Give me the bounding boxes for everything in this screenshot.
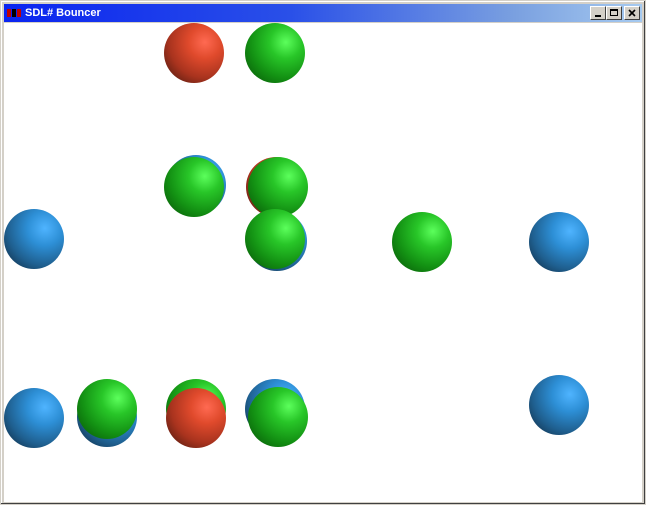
minimize-button[interactable] xyxy=(590,6,606,20)
window-title: SDL# Bouncer xyxy=(25,7,101,19)
maximize-button[interactable] xyxy=(606,6,622,20)
blue-ball xyxy=(529,375,589,435)
app-window: SDL# Bouncer xyxy=(0,0,646,505)
blue-ball xyxy=(4,209,64,269)
red-ball xyxy=(166,388,226,448)
red-ball xyxy=(164,23,224,83)
green-ball xyxy=(245,209,305,269)
blue-ball xyxy=(4,388,64,448)
game-canvas[interactable] xyxy=(4,23,642,502)
minimize-icon xyxy=(595,15,601,17)
green-ball xyxy=(248,387,308,447)
close-icon xyxy=(628,9,636,17)
sdl-app-icon xyxy=(6,6,22,20)
green-ball xyxy=(392,212,452,272)
green-ball xyxy=(248,157,308,217)
window-controls xyxy=(590,6,640,20)
green-ball xyxy=(164,157,224,217)
blue-ball xyxy=(529,212,589,272)
maximize-icon xyxy=(610,9,618,16)
title-bar[interactable]: SDL# Bouncer xyxy=(4,4,642,22)
green-ball xyxy=(245,23,305,83)
close-button[interactable] xyxy=(624,6,640,20)
green-ball xyxy=(77,379,137,439)
